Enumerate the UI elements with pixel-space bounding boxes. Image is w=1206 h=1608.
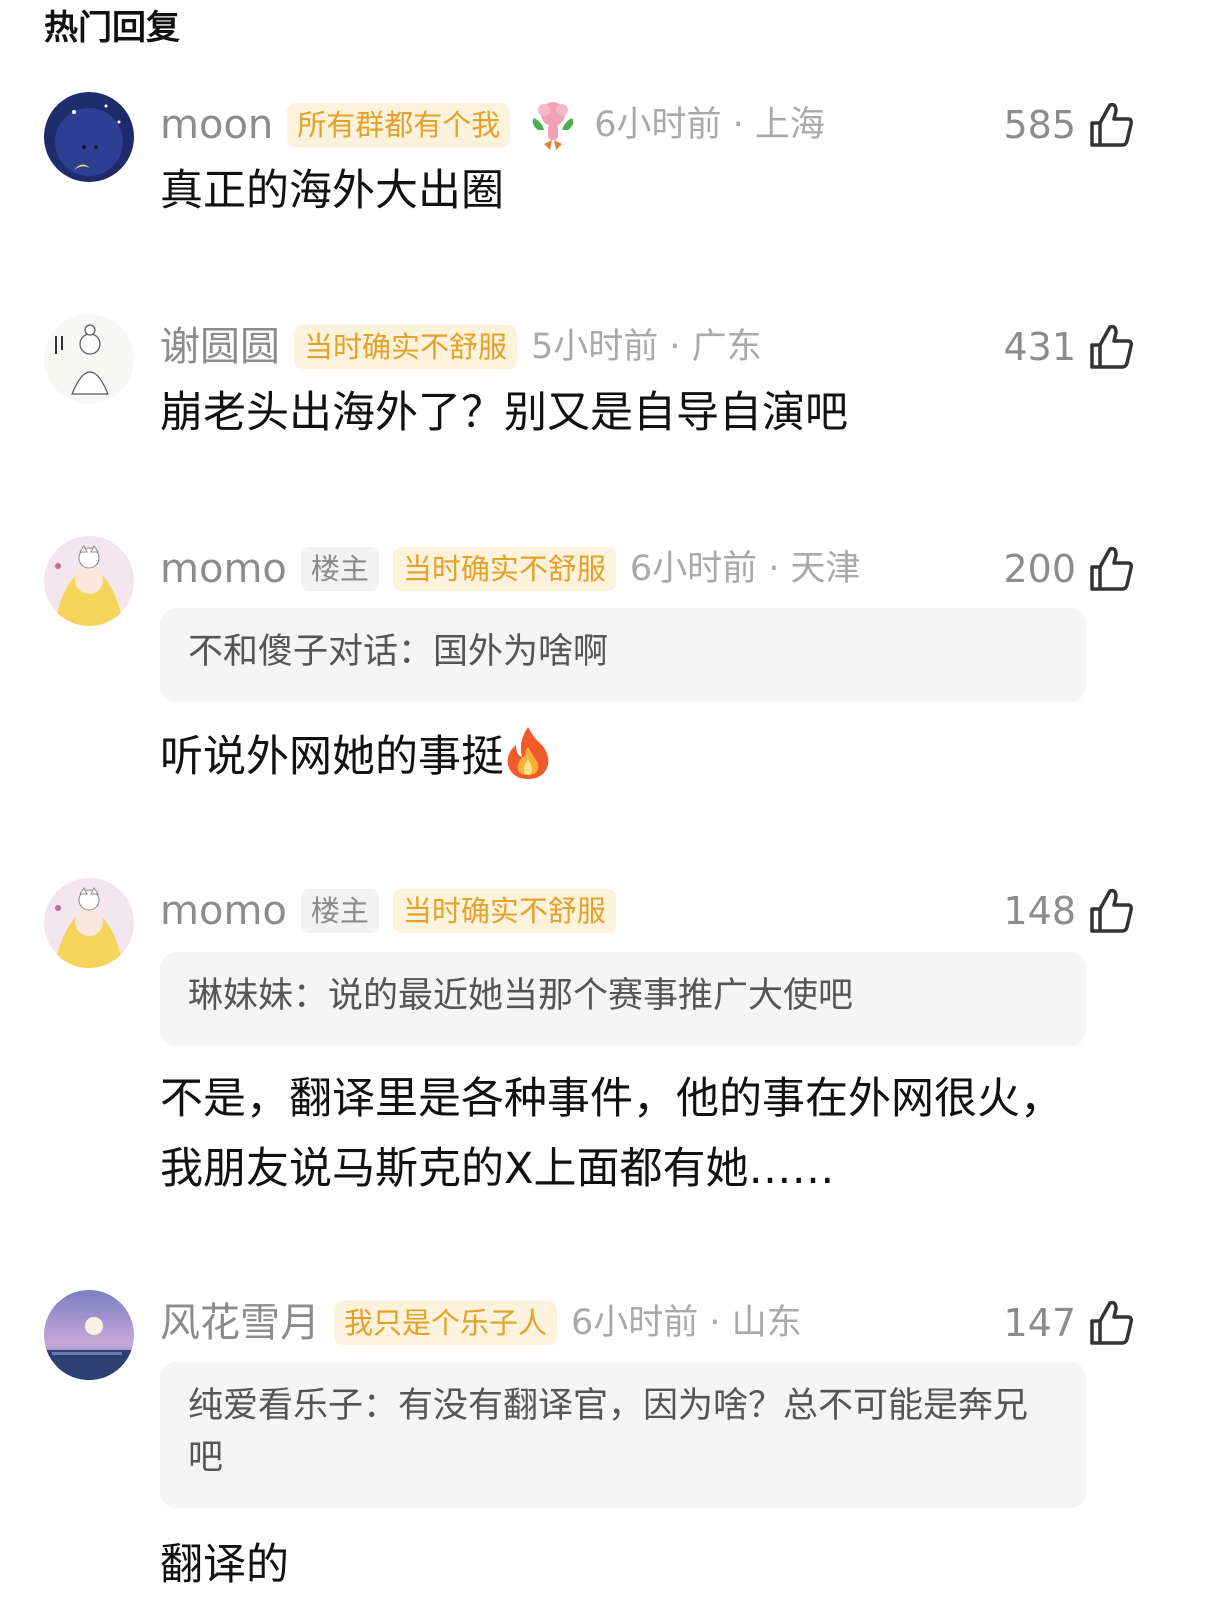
time-location: 6小时前 · 山东 [571, 1303, 802, 1343]
quoted-reply[interactable]: 琳妹妹：说的最近她当那个赛事推广大使吧 [160, 952, 1086, 1046]
fan-badge[interactable]: 当时确实不舒服 [392, 889, 616, 933]
like-button[interactable]: 147 [1003, 1298, 1134, 1348]
username[interactable]: 谢圆圆 [160, 322, 280, 372]
quoted-username[interactable]: 不和傻子对话： [188, 632, 433, 672]
fan-badge[interactable]: 当时确实不舒服 [392, 547, 616, 591]
comment-meta: 谢圆圆 当时确实不舒服 5小时前 · 广东 [160, 322, 762, 372]
quoted-text: 说的最近她当那个赛事推广大使吧 [328, 976, 854, 1016]
comment-meta: momo 楼主 当时确实不舒服 [160, 886, 630, 936]
fan-badge[interactable]: 当时确实不舒服 [294, 325, 518, 369]
time-location: 6小时前 · 上海 [594, 105, 825, 145]
username[interactable]: momo [160, 886, 287, 936]
like-button[interactable]: 585 [1003, 100, 1134, 150]
comment-text: 听说外网她的事挺 [160, 722, 1090, 802]
comment-text: 崩老头出海外了？别又是自导自演吧 [160, 388, 848, 438]
like-count: 200 [1003, 547, 1076, 591]
comment-text: 不是，翻译里是各种事件，他的事在外网很火，我朋友说马斯克的X上面都有她…… [160, 1074, 1063, 1194]
like-button[interactable]: 148 [1003, 886, 1134, 936]
like-button[interactable]: 431 [1003, 322, 1134, 372]
fire-icon [504, 725, 552, 802]
like-count: 147 [1003, 1301, 1076, 1345]
comment-text: 真正的海外大出圈 [160, 166, 504, 216]
like-count: 585 [1003, 103, 1076, 147]
comment-text: 翻译的 [160, 1540, 289, 1590]
like-button[interactable]: 200 [1003, 544, 1134, 594]
quoted-reply[interactable]: 纯爱看乐子：有没有翻译官，因为啥？总不可能是奔兄吧 [160, 1362, 1086, 1508]
quoted-text: 国外为啥啊 [433, 632, 609, 672]
comment-text-content: 听说外网她的事挺 [160, 732, 504, 782]
time-location: 5小时前 · 广东 [531, 327, 762, 367]
thumbs-up-icon[interactable] [1088, 323, 1134, 371]
comment-meta: 风花雪月 我只是个乐子人 6小时前 · 山东 [160, 1298, 802, 1348]
op-badge: 楼主 [300, 889, 379, 933]
username[interactable]: moon [160, 100, 273, 150]
username[interactable]: momo [160, 544, 287, 594]
username[interactable]: 风花雪月 [160, 1298, 320, 1348]
like-count: 148 [1003, 889, 1076, 933]
thumbs-up-icon[interactable] [1088, 887, 1134, 935]
quoted-reply[interactable]: 不和傻子对话：国外为啥啊 [160, 608, 1086, 702]
thumbs-up-icon[interactable] [1088, 101, 1134, 149]
avatar[interactable] [44, 92, 134, 182]
op-badge: 楼主 [300, 547, 379, 591]
fan-badge[interactable]: 所有群都有个我 [287, 103, 511, 147]
comment-meta: momo 楼主 当时确实不舒服 6小时前 · 天津 [160, 544, 861, 594]
thumbs-up-icon[interactable] [1088, 1299, 1134, 1347]
flower-sticker-icon [524, 96, 582, 154]
avatar[interactable] [44, 1290, 134, 1380]
time-location: 6小时前 · 天津 [629, 549, 861, 589]
fan-badge[interactable]: 我只是个乐子人 [334, 1301, 558, 1345]
avatar[interactable] [44, 536, 134, 626]
like-count: 431 [1003, 325, 1076, 369]
avatar[interactable] [44, 878, 134, 968]
quoted-username[interactable]: 纯爱看乐子： [188, 1386, 398, 1426]
section-title: 热门回复 [44, 8, 180, 48]
quoted-username[interactable]: 琳妹妹： [188, 976, 328, 1016]
comment-meta: moon 所有群都有个我 6小时前 · 上海 [160, 100, 825, 150]
thumbs-up-icon[interactable] [1088, 545, 1134, 593]
avatar[interactable] [44, 314, 134, 404]
